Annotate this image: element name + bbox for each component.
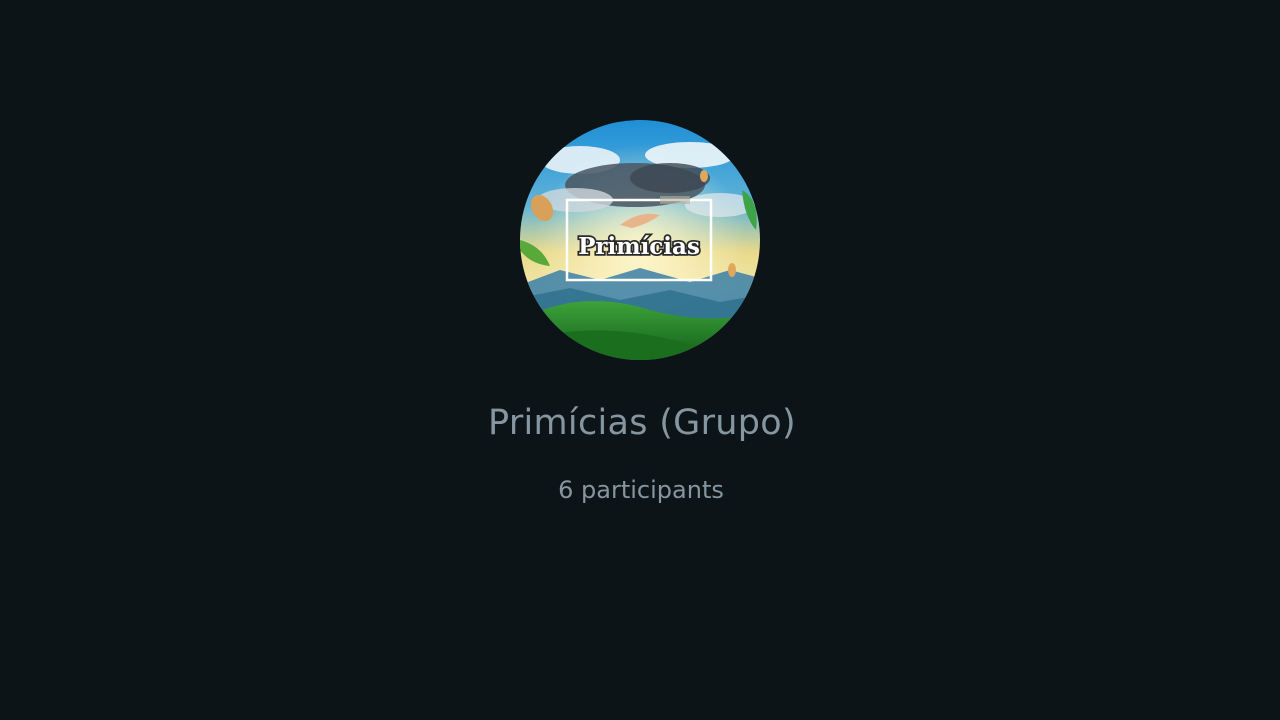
group-name-title: Primícias (Grupo): [488, 403, 796, 443]
avatar-landscape-image: Primícias: [520, 120, 760, 360]
group-avatar-icon[interactable]: Primícias: [520, 120, 760, 360]
group-info-screen: Primícias Primícias (Grupo) 6 participan…: [0, 0, 1280, 720]
participants-count[interactable]: 6 participants: [0, 474, 1280, 506]
avatar-logo-text: Primícias: [578, 233, 700, 260]
